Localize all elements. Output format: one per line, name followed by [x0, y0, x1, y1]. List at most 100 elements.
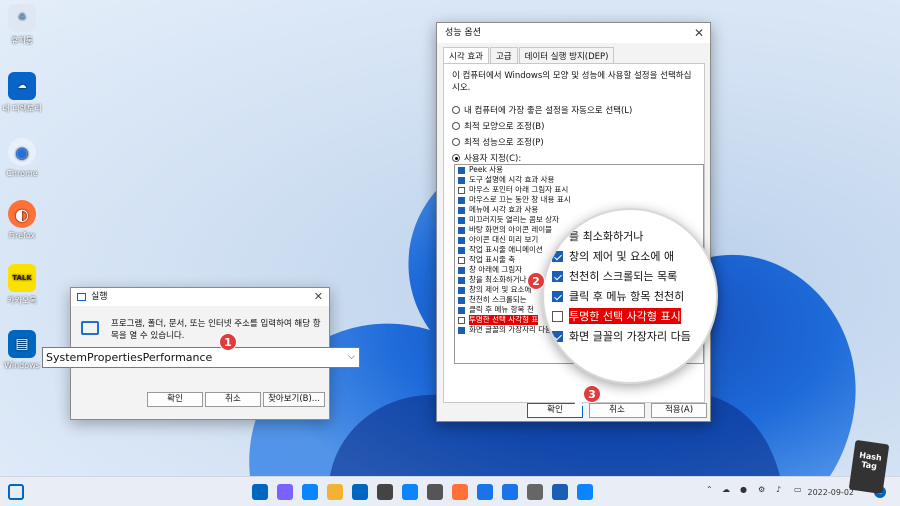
calculator-icon[interactable]: [527, 484, 543, 500]
tab-advanced[interactable]: 고급: [489, 47, 518, 63]
list-item[interactable]: 마우스로 끄는 동안 창 내용 표시: [455, 195, 703, 205]
taskbar-date[interactable]: 2022-09-02: [808, 488, 855, 497]
desktop-icon-kakaotalk[interactable]: TALK 카카오톡: [0, 264, 44, 306]
run-cancel-button[interactable]: 취소: [205, 392, 261, 407]
list-item[interactable]: Peek 사용: [455, 165, 703, 175]
tab-dep[interactable]: 데이터 실행 방지(DEP): [518, 47, 615, 63]
desktop-icon-label: 휴지통: [10, 36, 34, 45]
list-item-label: 클릭 후 메뉴 항목 천: [469, 305, 534, 314]
checkbox-icon[interactable]: [458, 176, 465, 184]
battery-icon[interactable]: ▭: [794, 485, 802, 494]
list-item[interactable]: 메뉴에 시각 효과 사용: [455, 205, 703, 215]
checkbox-icon[interactable]: [458, 246, 465, 254]
desktop-icon-recycle-bin[interactable]: ♻ 휴지통: [0, 4, 44, 46]
volume-icon[interactable]: ♪: [776, 485, 781, 494]
tools-icon[interactable]: [377, 484, 393, 500]
checkbox-icon[interactable]: [458, 296, 465, 304]
cancel-button[interactable]: 취소: [589, 403, 645, 418]
start-icon[interactable]: [252, 484, 268, 500]
hashtag-watermark-logo: Hash Tag: [848, 439, 890, 495]
network-icon[interactable]: ☁: [722, 485, 730, 494]
dialog-title-bar: 성능 옵션 ✕: [437, 23, 710, 43]
radio-icon: [452, 154, 460, 162]
checkbox-icon[interactable]: [458, 206, 465, 214]
list-item-label: 아이콘 대신 미리 보기: [469, 235, 539, 244]
close-icon[interactable]: ✕: [694, 23, 704, 43]
desktop-icon-label: Chrome: [6, 169, 38, 178]
magnifier-callout: 를 최소화하거나창의 제어 및 요소에 애천천히 스크롤되는 목록 클릭 후 메…: [542, 208, 718, 384]
radio-best-appearance[interactable]: 최적 모양으로 조정(B): [452, 120, 544, 132]
list-item-label: 화면 글꼴의 가장자리 다듬: [469, 325, 553, 334]
radio-let-windows-choose[interactable]: 내 컴퓨터에 가장 좋은 설정을 자동으로 선택(L): [452, 104, 632, 116]
run-command-input[interactable]: SystemPropertiesPerformance ⌵: [42, 347, 360, 368]
checkbox-icon[interactable]: [458, 216, 465, 224]
checkbox-icon[interactable]: [458, 236, 465, 244]
checkbox-icon[interactable]: [458, 196, 465, 204]
magnified-label: 를 최소화하거나: [569, 230, 644, 243]
radio-label: 최적 모양으로 조정(B): [464, 122, 545, 132]
desktop-icon-windows[interactable]: ▤ Windows: [0, 330, 44, 370]
checkbox-icon[interactable]: [458, 266, 465, 274]
desktop-icon-firefox[interactable]: ◐ Firefox: [0, 200, 44, 240]
checkbox-icon: [552, 250, 563, 262]
checkbox-icon[interactable]: [458, 316, 465, 324]
settings-icon[interactable]: ⚙: [758, 485, 765, 494]
list-item-label: 바탕 화면의 아이콘 레이블: [469, 225, 553, 234]
magnified-row: 천천히 스크롤되는 목록: [552, 268, 677, 284]
photos-icon[interactable]: [577, 484, 593, 500]
run-window-icon: [77, 293, 86, 301]
checkbox-icon[interactable]: [458, 306, 465, 314]
cloud-icon: ☁: [8, 72, 36, 100]
settings-icon[interactable]: [427, 484, 443, 500]
list-item-label: 창 아래에 그림자: [469, 265, 523, 274]
kakaotalk-icon: TALK: [8, 264, 36, 292]
desktop-icon-label: 내 디렉토리: [2, 104, 42, 113]
desktop-icon-label: 카카오톡: [7, 296, 37, 305]
file-explorer-icon[interactable]: [327, 484, 343, 500]
dialog-title: 성능 옵션: [445, 28, 481, 38]
recycle-bin-icon: ♻: [8, 4, 36, 32]
magnified-label: 클릭 후 메뉴 항목 천천히: [569, 290, 685, 303]
security-icon[interactable]: ●: [740, 485, 747, 494]
checkbox-icon[interactable]: [458, 256, 465, 264]
list-item[interactable]: 마우스 포인터 아래 그림자 표시: [455, 185, 703, 195]
desktop-icon-onedrive[interactable]: ☁ 내 디렉토리: [0, 72, 44, 114]
tab-visual-effects[interactable]: 시각 효과: [443, 47, 489, 63]
firefox-icon[interactable]: [452, 484, 468, 500]
list-item[interactable]: 도구 설명에 시각 효과 사용: [455, 175, 703, 185]
panel-description: 이 컴퓨터에서 Windows의 모양 및 성능에 사용할 설정을 선택하십시오…: [452, 71, 692, 93]
checkbox-icon[interactable]: [458, 286, 465, 294]
checkbox-icon[interactable]: [458, 276, 465, 284]
run-ok-button[interactable]: 확인: [147, 392, 203, 407]
system-properties-icon[interactable]: [552, 484, 568, 500]
browse-button[interactable]: 찾아보기(B)...: [263, 392, 325, 407]
radio-label: 최적 성능으로 조정(P): [464, 138, 544, 148]
apply-button[interactable]: 적용(A): [651, 403, 707, 418]
mail-icon[interactable]: [352, 484, 368, 500]
desktop-icon-chrome[interactable]: ◉ Chrome: [0, 138, 44, 178]
checkbox-icon[interactable]: [458, 186, 465, 194]
edge-icon[interactable]: [302, 484, 318, 500]
close-icon[interactable]: ✕: [314, 288, 323, 306]
radio-custom[interactable]: 사용자 지정(C):: [452, 152, 521, 164]
checkbox-icon[interactable]: [458, 166, 465, 174]
checkbox-icon[interactable]: [458, 326, 465, 334]
chrome-can-icon[interactable]: [502, 484, 518, 500]
chevron-up-icon[interactable]: ⌃: [706, 485, 713, 494]
magnified-label: 투명한 선택 사각형 표시: [569, 308, 681, 324]
teams-icon[interactable]: [277, 484, 293, 500]
checkbox-icon: [552, 330, 563, 342]
chevron-down-icon[interactable]: ⌵: [348, 348, 355, 367]
desktop-icon-label: Windows: [4, 361, 40, 370]
notes-icon[interactable]: [402, 484, 418, 500]
radio-icon: [452, 106, 460, 114]
checkbox-icon[interactable]: [458, 226, 465, 234]
step-marker-1: 1: [219, 333, 237, 351]
chrome-icon[interactable]: [477, 484, 493, 500]
magnified-row: 클릭 후 메뉴 항목 천천히: [552, 288, 684, 304]
widgets-icon[interactable]: [8, 484, 24, 500]
magnified-label: 창의 제어 및 요소에 애: [569, 250, 675, 263]
radio-best-performance[interactable]: 최적 성능으로 조정(P): [452, 136, 544, 148]
radio-label: 내 컴퓨터에 가장 좋은 설정을 자동으로 선택(L): [464, 106, 633, 116]
run-title: 실행: [91, 292, 108, 302]
